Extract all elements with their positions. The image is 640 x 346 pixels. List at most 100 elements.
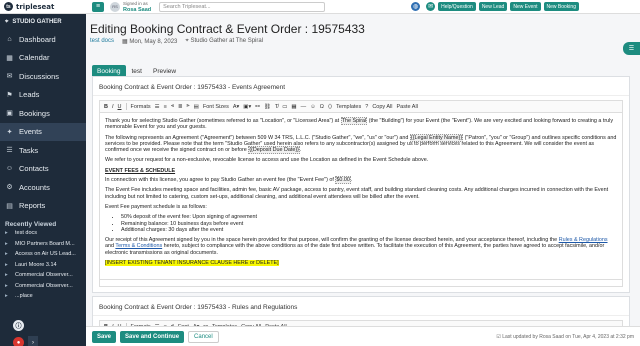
help-button[interactable]: Help/Question (438, 2, 476, 11)
new-event-button[interactable]: New Event (510, 2, 541, 11)
recent-item[interactable]: ▸ MIO Partners Board M... (0, 239, 86, 250)
emoticon-icon[interactable]: ☺ (310, 104, 316, 110)
booking-link[interactable]: test docs (90, 38, 114, 45)
new-booking-button[interactable]: New Booking (543, 2, 579, 11)
font-sizes-dropdown[interactable]: Font Sizes (203, 104, 229, 110)
sidebar-item-label: Events (19, 127, 42, 137)
recent-item[interactable]: ▸ Access on Air US Lead... (0, 249, 86, 260)
save-and-continue-button[interactable]: Save and Continue (120, 330, 185, 343)
hr-icon[interactable]: — (301, 104, 307, 110)
last-updated-text: Last updated by Rosa Saad on Tue, Apr 4,… (502, 333, 634, 340)
highlight-icon[interactable]: ▣▾ (243, 104, 251, 110)
sidebar-item-dashboard[interactable]: ⌂ Dashboard (0, 30, 86, 49)
sidebar-item-discussions[interactable]: ✉ Discussions (0, 67, 86, 86)
section-title: Booking Contract & Event Order : 1957543… (93, 297, 629, 316)
sidebar-item-accounts[interactable]: ⚙ Accounts (0, 178, 86, 197)
collapse-sidebar-icon[interactable]: › (28, 336, 38, 346)
logo[interactable]: ts tripleseat (0, 0, 86, 14)
rules-link[interactable]: Rules & Regulations (559, 237, 608, 243)
tasks-icon: ☰ (6, 147, 13, 155)
save-button[interactable]: Save (92, 330, 117, 343)
copy-all-button[interactable]: Copy All (372, 104, 392, 110)
numbered-list-icon[interactable]: ≡ (164, 104, 167, 110)
dashboard-icon: ⌂ (7, 35, 12, 43)
sidebar-item-label: Dashboard (19, 34, 56, 44)
paste-all-button[interactable]: Paste All (397, 104, 418, 110)
italic-icon[interactable]: I (112, 104, 114, 110)
recent-item-label: Commercial Observer... (15, 282, 73, 289)
sidebar-item-events[interactable]: ✦ Events (0, 122, 86, 141)
editor-resize-handle[interactable] (99, 280, 623, 287)
bold-icon[interactable]: B (104, 104, 108, 110)
sidebar-item-bookings[interactable]: ▣ Bookings (0, 104, 86, 123)
recent-item[interactable]: ▸ ...place (0, 291, 86, 302)
paragraph: We refer to your request for a non-exclu… (105, 157, 429, 164)
templates-dropdown[interactable]: Templates (336, 104, 361, 110)
recent-item-label: ...place (15, 293, 33, 300)
bookings-icon: ▣ (6, 110, 13, 118)
recent-item-label: MIO Partners Board M... (15, 240, 75, 247)
page-title: Editing Booking Contract & Event Order :… (90, 22, 365, 36)
cancel-button[interactable]: Cancel (188, 330, 219, 343)
align-right-icon[interactable]: ⫸ (187, 103, 190, 110)
special-char-icon[interactable]: Ω (320, 104, 324, 110)
logo-text: tripleseat (16, 2, 55, 11)
alert-icon[interactable]: ● (13, 337, 24, 346)
clear-format-icon[interactable]: T̸ (275, 104, 278, 110)
text: In connection with this license, you agr… (105, 177, 336, 184)
side-panel-toggle-icon[interactable]: ☰ (623, 42, 640, 55)
venue-selector[interactable]: ⌖ STUDIO GATHER (0, 14, 86, 30)
recent-item[interactable]: ▸ Commercial Observer... (0, 270, 86, 281)
new-lead-button[interactable]: New Lead (478, 2, 508, 11)
new-booking-label: New Booking (546, 3, 576, 10)
payment-schedule-list: 50% deposit of the event fee: Upon signi… (121, 214, 617, 233)
justify-icon[interactable]: ▤ (194, 104, 199, 110)
sidebar-item-reports[interactable]: ▤ Reports (0, 197, 86, 216)
divider (125, 103, 127, 110)
sidebar-item-leads[interactable]: ⚑ Leads (0, 86, 86, 105)
recent-item-label: Access on Air US Lead... (15, 251, 76, 258)
messages-icon[interactable]: ✉ (426, 2, 436, 11)
reports-icon: ▤ (6, 202, 13, 210)
paragraph: Thank you for selecting Studio Gather (s… (105, 117, 617, 131)
help-button-label: Help/Question (441, 3, 473, 10)
recent-item[interactable]: ▸ test docs (0, 228, 86, 239)
search-input[interactable]: Search Tripleseat... (159, 1, 326, 12)
align-left-icon[interactable]: ⫷ (171, 103, 174, 110)
text: and (105, 243, 116, 250)
recently-viewed-title: Recently Viewed (5, 221, 57, 228)
sidebar-item-contacts[interactable]: ☺ Contacts (0, 160, 86, 179)
recent-item-icon: ▸ (5, 251, 8, 258)
recent-item[interactable]: ▸ Commercial Observer... (0, 281, 86, 292)
sidebar-item-label: Tasks (19, 145, 39, 155)
chat-icon: ✉ (6, 73, 13, 81)
globe-icon[interactable]: ◍ (411, 2, 421, 11)
menu-icon[interactable]: ≡ (92, 1, 104, 12)
top-bar: ts tripleseat ≡ RS Signed in as Rosa Saa… (0, 0, 640, 14)
contacts-icon: ☺ (5, 165, 14, 173)
paragraph: Our receipt of this Agreement signed by … (105, 237, 617, 256)
help-icon[interactable]: ? (365, 104, 368, 110)
source-code-icon[interactable]: ⟨⟩ (328, 104, 332, 110)
link-icon[interactable]: ⚯ (255, 104, 260, 110)
image-icon[interactable]: ▭ (282, 104, 287, 110)
signed-in-label: Signed in as (123, 0, 148, 6)
terms-link[interactable]: Terms & Conditions (115, 243, 162, 249)
recently-viewed-list: ▸ test docs ▸ MIO Partners Board M... ▸ Acces… (0, 228, 86, 302)
avatar[interactable]: RS (110, 1, 120, 12)
table-icon[interactable]: ▦ (291, 104, 296, 110)
rich-text-editor[interactable]: Thank you for selecting Studio Gather (s… (99, 112, 623, 280)
merge-token: The Spiral (340, 117, 368, 125)
unlink-icon[interactable]: ⛓ (264, 104, 271, 110)
text-color-icon[interactable]: A▾ (233, 104, 239, 110)
bullet-list-icon[interactable]: ☰ (155, 104, 160, 110)
underline-icon[interactable]: U (118, 104, 122, 110)
user-name[interactable]: Rosa Saad (123, 7, 151, 13)
sidebar-item-tasks[interactable]: ☰ Tasks (0, 141, 86, 160)
notes-icon[interactable]: ⓘ (13, 320, 24, 331)
align-center-icon[interactable]: ≣ (178, 104, 183, 110)
sidebar: ⌖ STUDIO GATHER ⌂ Dashboard ▦ Calendar ✉ Disc… (0, 14, 86, 346)
sidebar-item-calendar[interactable]: ▦ Calendar (0, 49, 86, 68)
formats-dropdown[interactable]: Formats (131, 104, 151, 110)
recent-item[interactable]: ▸ Lauri Moore 3.14 (0, 260, 86, 271)
